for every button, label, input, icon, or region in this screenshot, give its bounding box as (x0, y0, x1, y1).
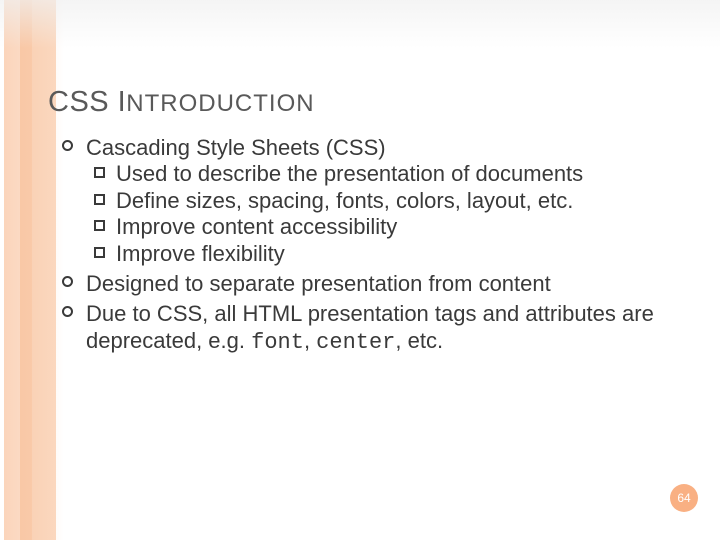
bullet-1-2: Define sizes, spacing, fonts, colors, la… (48, 188, 690, 214)
page-number: 64 (677, 491, 690, 505)
square-bullet-icon (94, 194, 105, 205)
bullet-1-3: Improve content accessibility (48, 214, 690, 240)
bullet-1-3-text: Improve content accessibility (116, 214, 397, 239)
square-bullet-icon (94, 167, 105, 178)
slide: CSS INTRODUCTION Cascading Style Sheets … (0, 0, 720, 540)
bullet-3: Due to CSS, all HTML presentation tags a… (48, 301, 690, 356)
content-area: CSS INTRODUCTION Cascading Style Sheets … (48, 86, 690, 356)
bullet-3-mono1: font (251, 330, 304, 355)
title-main: CSS I (48, 86, 126, 118)
bullet-3-mid: , (304, 328, 316, 353)
bullet-2-text: Designed to separate presentation from c… (86, 271, 551, 296)
decor-top-fade (0, 0, 720, 48)
bullet-1-4-text: Improve flexibility (116, 241, 285, 266)
bullet-1-4: Improve flexibility (48, 241, 690, 267)
square-bullet-icon (94, 220, 105, 231)
circle-bullet-icon (62, 140, 73, 151)
square-bullet-icon (94, 247, 105, 258)
bullet-3-mono2: center (316, 330, 395, 355)
body-text: Cascading Style Sheets (CSS) Used to des… (48, 135, 690, 356)
bullet-1-1: Used to describe the presentation of doc… (48, 161, 690, 187)
circle-bullet-icon (62, 306, 73, 317)
circle-bullet-icon (62, 276, 73, 287)
slide-title: CSS INTRODUCTION (48, 86, 690, 119)
bullet-1-text: Cascading Style Sheets (CSS) (86, 135, 386, 160)
bullet-1: Cascading Style Sheets (CSS) (48, 135, 690, 161)
bullet-1-1-text: Used to describe the presentation of doc… (116, 161, 583, 186)
page-number-badge: 64 (670, 484, 698, 512)
bullet-1-2-text: Define sizes, spacing, fonts, colors, la… (116, 188, 573, 213)
bullet-2: Designed to separate presentation from c… (48, 271, 690, 297)
bullet-3-post: , etc. (395, 328, 443, 353)
title-smallcaps: NTRODUCTION (126, 90, 314, 117)
